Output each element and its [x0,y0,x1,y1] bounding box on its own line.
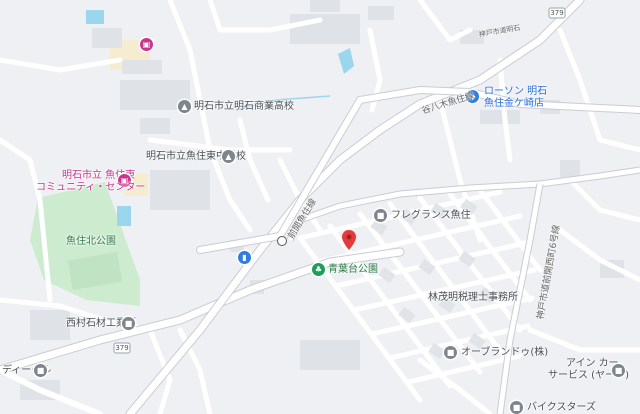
oburando-label[interactable]: オーブランドゥ(株) [461,347,548,359]
pool-water [117,206,131,226]
route-number-379: 379 [550,9,564,17]
location-pin-icon[interactable] [342,230,356,250]
apartment-icon[interactable]: ■ [374,209,387,222]
building-icon[interactable]: ■ [34,364,47,377]
building-icon[interactable]: ■ [122,317,135,330]
bikes-label[interactable]: バイクスターズ [527,402,596,414]
lawson-label-line1[interactable]: ローソン 明石 [484,86,547,98]
school-icon[interactable]: ▲ [178,100,191,113]
high-school-label[interactable]: 明石市立明石商業高校 [194,101,294,113]
park-north-label[interactable]: 魚住北公園 [66,236,116,248]
pool-water [86,10,104,24]
building-icon[interactable]: ■ [612,364,625,377]
gas-station-icon[interactable]: ▮ [238,251,251,264]
community-center-label-line2[interactable]: コミュニティ・センター [36,182,145,194]
building-icon[interactable]: ■ [444,346,457,359]
route-number-379: 379 [115,344,129,352]
map-canvas[interactable]: 379 379 ▣ ▲ 明石市立明石商業高校 明石市立魚住東中学校 ▲ 明石市立… [0,0,640,414]
ain-label-line1[interactable]: アイン カー [566,358,619,370]
lawson-label-line2[interactable]: 魚住金ケ崎店 [484,98,544,110]
aobadai-park-label[interactable]: 青葉台公園 [328,264,378,276]
hayashi-office-label[interactable]: 林茂明税理士事務所 [428,292,518,304]
building-icon[interactable]: ■ [510,401,523,414]
school-icon[interactable]: ▲ [222,150,235,163]
park-icon[interactable]: ♣ [312,263,325,276]
fragrance-label[interactable]: フレグランス魚住 [391,210,471,222]
shopping-icon[interactable]: ▣ [140,38,153,51]
